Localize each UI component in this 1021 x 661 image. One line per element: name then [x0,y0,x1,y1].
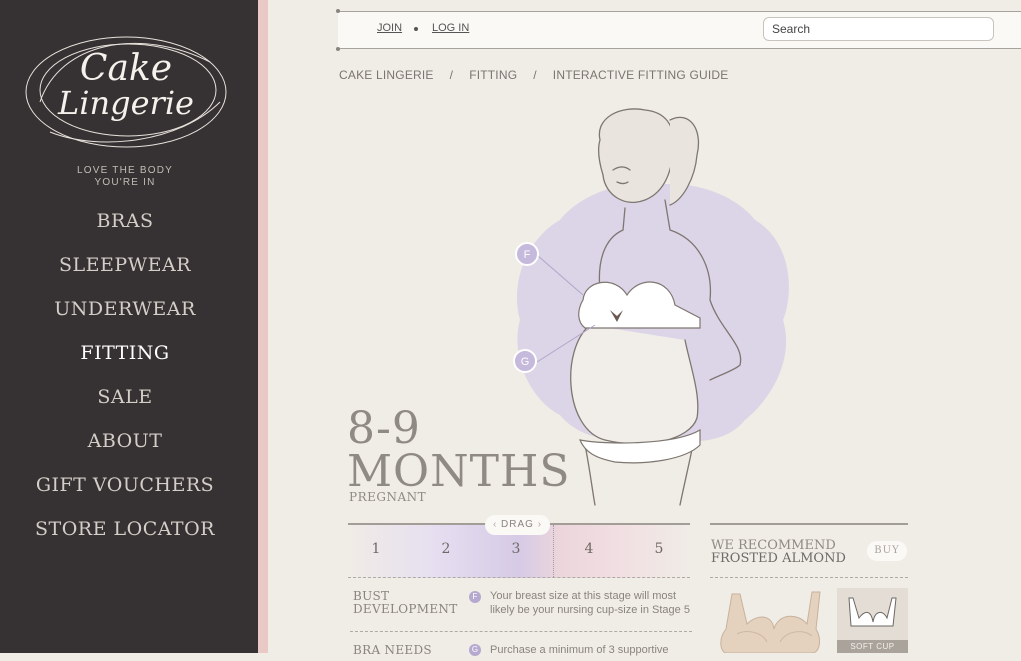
recommend-panel: WE RECOMMEND FROSTED ALMOND BUY [710,523,908,578]
info-text: Purchase a minimum of 3 supportive [490,644,669,656]
nav-item-sale[interactable]: SALE [0,374,250,418]
svg-text:Cake: Cake [80,48,172,89]
divider-dot [336,47,340,51]
info-row-bra-needs: BRA NEEDS G Purchase a minimum of 3 supp… [350,641,692,661]
nav-item-about[interactable]: ABOUT [0,418,250,462]
slider-step-3[interactable]: 3 [506,541,526,557]
drag-handle[interactable]: ‹ DRAG › [485,515,550,535]
nav-item-store-locator[interactable]: STORE LOCATOR [0,506,250,550]
main-nav: BRAS SLEEPWEAR UNDERWEAR FITTING SALE AB… [0,198,250,550]
soft-cup-thumbnail[interactable]: SOFT CUP [837,588,908,653]
login-link[interactable]: LOG IN [432,22,469,34]
nav-item-gift-vouchers[interactable]: GIFT VOUCHERS [0,462,250,506]
buy-button[interactable]: BUY [867,541,907,561]
info-row-bust: BUST DEVELOPMENT F Your breast size at t… [350,585,692,632]
breadcrumb-item-fitting[interactable]: FITTING [469,68,517,82]
svg-text:Lingerie: Lingerie [57,84,194,122]
sidebar: Cake Lingerie LOVE THE BODY YOU'RE IN BR… [0,0,258,653]
divider-dot [336,9,340,13]
separator-dot [414,27,418,31]
slider-divider [553,525,554,577]
nav-item-underwear[interactable]: UNDERWEAR [0,286,250,330]
accent-strip [258,0,268,653]
slider-step-5[interactable]: 5 [649,541,669,557]
breadcrumb-separator: / [533,68,537,82]
breadcrumb-item-home[interactable]: CAKE LINGERIE [339,68,434,82]
breadcrumb: CAKE LINGERIE / FITTING / INTERACTIVE FITTIN… [339,68,728,82]
slider-step-1[interactable]: 1 [366,541,386,557]
marker-f-icon: F [469,591,481,603]
marker-g-icon: G [469,644,481,656]
slider-step-2[interactable]: 2 [436,541,456,557]
tagline: LOVE THE BODY YOU'RE IN [77,165,173,188]
info-label: BRA NEEDS [353,643,432,657]
search-input[interactable] [763,17,994,41]
svg-text:F: F [524,249,531,261]
breadcrumb-separator: / [449,68,454,82]
marker-f[interactable]: F [515,242,539,266]
product-image[interactable] [712,584,830,653]
top-bar: JOIN LOG IN [336,9,1021,51]
recommend-product-name[interactable]: FROSTED ALMOND [711,551,846,566]
stage-subtitle: PREGNANT [349,490,427,504]
marker-g[interactable]: G [513,349,537,373]
cake-lingerie-logo[interactable]: Cake Lingerie [20,22,232,154]
join-link[interactable]: JOIN [377,22,402,34]
chevron-right-icon: › [533,519,543,530]
bra-thumbnail-icon [848,597,897,627]
nav-item-sleepwear[interactable]: SLEEPWEAR [0,242,250,286]
info-label: BUST DEVELOPMENT [353,589,458,616]
svg-text:G: G [521,356,530,368]
nav-item-fitting[interactable]: FITTING [0,330,250,374]
breadcrumb-item-current: INTERACTIVE FITTING GUIDE [552,68,729,82]
info-text: Your breast size at this stage will most… [490,590,690,616]
thumbnail-label: SOFT CUP [837,640,908,653]
chevron-left-icon: ‹ [492,519,502,530]
drag-label: DRAG [501,519,534,530]
slider-step-4[interactable]: 4 [579,541,599,557]
nav-item-bras[interactable]: BRAS [0,198,250,242]
